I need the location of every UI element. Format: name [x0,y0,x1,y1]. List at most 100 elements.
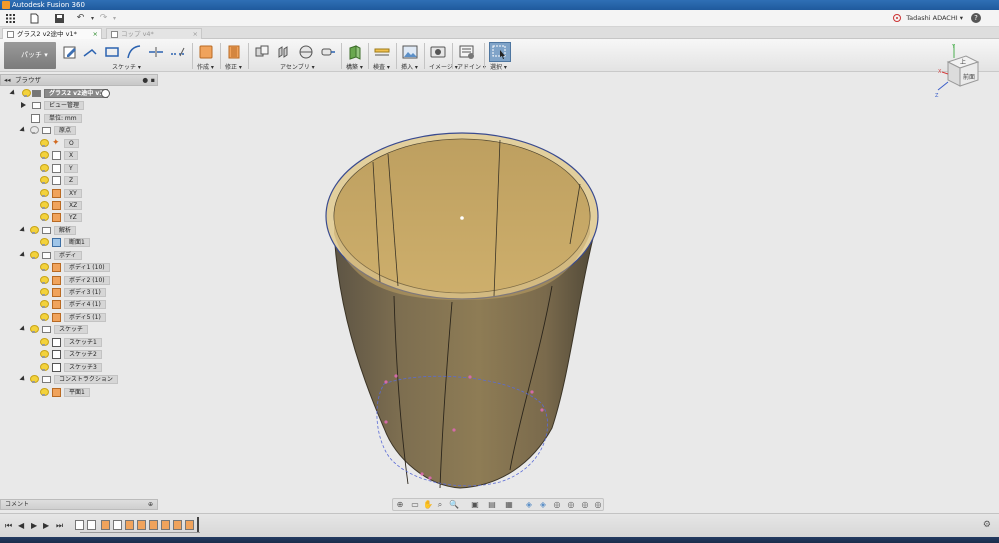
tree-item-label[interactable]: X [64,151,79,160]
visibility-bulb-icon[interactable] [40,313,49,322]
as-built-joint-icon[interactable] [298,44,314,60]
group-label-insert[interactable]: 挿入 ▾ [401,62,418,71]
undo-icon[interactable]: ↶ [75,13,86,24]
activate-radio-icon[interactable] [101,89,110,98]
visibility-bulb-icon[interactable] [30,226,39,235]
face-filter-icon[interactable]: ◎ [567,501,575,509]
timeline-sketch-item[interactable] [87,520,96,530]
select-button[interactable] [489,42,511,62]
orbit-icon[interactable]: ⊕ [396,501,404,509]
timeline-feature-item[interactable] [137,520,146,530]
comments-panel[interactable]: コメント ⊕ [0,499,158,510]
visibility-bulb-icon[interactable] [40,276,49,285]
tree-item-label[interactable]: スケッチ1 [64,338,102,347]
construct-plane-icon[interactable] [347,44,363,60]
timeline-settings-gear-icon[interactable]: ⚙ [983,520,991,530]
group-label-inspect[interactable]: 検査 ▾ [373,62,390,71]
visibility-bulb-icon[interactable] [40,350,49,359]
group-label-create[interactable]: 作成 ▾ [197,62,214,71]
browser-close-icon[interactable]: ▪ [151,75,155,85]
visibility-bulb-icon[interactable] [40,176,49,185]
origin-center-point[interactable] [460,216,464,220]
browser-pin-icon[interactable]: ● [142,75,148,85]
motion-link-icon[interactable] [320,44,336,60]
visibility-bulb-icon[interactable] [40,201,49,210]
tree-item-label[interactable]: XY [64,189,82,198]
visibility-bulb-icon[interactable] [30,325,39,334]
measure-icon[interactable] [374,44,390,60]
insert-image-icon[interactable] [402,44,418,60]
grid-menu-icon[interactable] [5,13,16,24]
pan-hand-icon[interactable]: ✋ [423,501,433,509]
visibility-bulb-icon[interactable] [40,238,49,247]
tree-item-label[interactable]: 単位: mm [44,114,82,123]
tree-item-label[interactable]: ボディ5 (1) [64,313,106,322]
component-filter-icon[interactable]: ◈ [539,501,547,509]
group-label-construct[interactable]: 構築 ▾ [346,62,363,71]
tree-item-label[interactable]: 解析 [54,226,77,235]
create-icon[interactable] [198,44,214,60]
timeline-feature-item[interactable] [101,520,110,530]
timeline-prev-icon[interactable]: ◀ [18,521,24,530]
tree-item-label[interactable]: スケッチ2 [64,350,102,359]
save-icon[interactable] [54,13,65,24]
visibility-bulb-icon[interactable] [40,288,49,297]
timeline-first-icon[interactable]: ⏮ [5,521,12,531]
redo-icon[interactable]: ↷ [98,13,109,24]
collapse-panel-icon[interactable]: ◂◂ [4,75,11,85]
scripts-addins-icon[interactable] [459,44,475,60]
tree-item-label[interactable]: スケッチ [54,325,89,334]
timeline-play-icon[interactable]: ▶ [31,521,37,530]
timeline-feature-item[interactable] [161,520,170,530]
visibility-bulb-icon[interactable] [30,126,39,135]
visibility-bulb-icon[interactable] [30,375,39,384]
tree-item-label[interactable]: O [64,139,79,148]
offset-icon[interactable] [170,44,186,60]
visibility-bulb-icon[interactable] [40,189,49,198]
expand-icon[interactable] [19,375,27,383]
tree-item-label[interactable]: 平面1 [64,388,90,397]
tree-item-label[interactable]: 断面1 [64,238,90,247]
tree-item-label[interactable]: XZ [64,201,83,210]
visibility-bulb-icon[interactable] [40,388,49,397]
tree-item-label[interactable]: ボディ1 (10) [64,263,110,272]
joint-icon[interactable] [276,44,292,60]
point-filter-icon[interactable]: ◎ [594,501,602,509]
add-comment-icon[interactable]: ⊕ [148,500,153,509]
expand-icon[interactable] [9,89,17,97]
body-filter-icon[interactable]: ◎ [553,501,561,509]
new-component-icon[interactable] [254,44,270,60]
workspace-switcher-button[interactable]: パッチ ▾ [4,42,56,69]
visibility-bulb-icon[interactable] [40,151,49,160]
visibility-bulb-icon[interactable] [40,263,49,272]
tree-item-label[interactable]: Y [64,164,78,173]
tree-item-label[interactable]: ボディ [54,251,82,260]
expand-icon[interactable] [19,126,27,134]
tree-item-label[interactable]: ボディ3 (1) [64,288,106,297]
fit-icon[interactable]: 🔍 [449,501,459,509]
grid-snaps-icon[interactable]: ▤ [488,501,496,509]
group-label-image[interactable]: イメージ ▾ [429,62,458,71]
create-sketch-icon[interactable] [62,44,78,60]
root-component-label[interactable]: グラス2 v2途中 v1 [44,89,109,98]
user-name[interactable]: Tadashi ADACHI ▾ [906,14,963,22]
arc-icon[interactable] [126,44,142,60]
viewcube-front-label[interactable]: 前面 [963,73,975,81]
expand-icon[interactable] [21,102,26,108]
visibility-bulb-icon[interactable] [40,164,49,173]
tab-document-inactive[interactable]: コップ v4* × [106,28,202,39]
viewcube-top-label[interactable]: 上 [960,58,966,66]
tree-item-label[interactable]: YZ [64,213,82,222]
viewports-icon[interactable]: ▦ [505,501,513,509]
visibility-bulb-icon[interactable] [22,89,31,98]
edge-filter-icon[interactable]: ◎ [581,501,589,509]
timeline-feature-item[interactable] [173,520,182,530]
capture-image-icon[interactable] [430,44,446,60]
timeline-feature-item[interactable] [149,520,158,530]
group-label-modify[interactable]: 修正 ▾ [225,62,242,71]
group-label-assembly[interactable]: アセンブリ ▾ [280,62,315,71]
display-settings-icon[interactable]: ▣ [471,501,479,509]
tree-item-label[interactable]: コンストラクション [54,375,118,384]
group-label-addins[interactable]: アドイン ▾ [457,62,486,71]
file-icon[interactable] [29,13,40,24]
